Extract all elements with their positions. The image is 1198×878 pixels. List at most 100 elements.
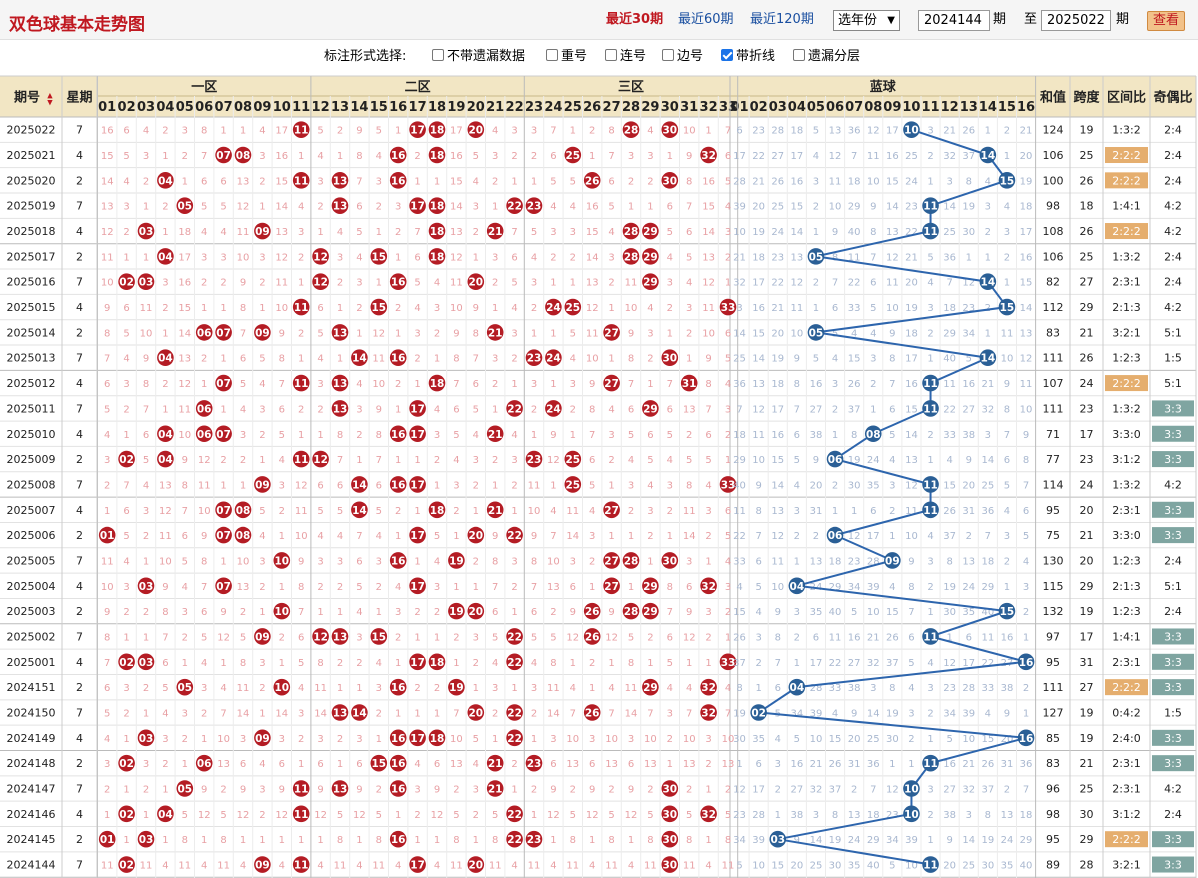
red-ball-number: 06	[197, 429, 212, 441]
issue-cell: 2025008	[7, 478, 56, 491]
red-ball-number: 29	[643, 403, 658, 415]
blue-miss-value: 15	[752, 328, 765, 339]
blue-miss-value: 19	[905, 303, 918, 314]
span-cell: 26	[1080, 174, 1094, 187]
red-ball-number: 02	[119, 657, 134, 669]
blue-ball-number: 10	[904, 125, 919, 137]
red-miss-value: 4	[550, 202, 556, 213]
red-miss-value: 2	[376, 202, 382, 213]
red-miss-value: 1	[298, 430, 304, 441]
red-miss-value: 3	[647, 151, 653, 162]
red-miss-value: 5	[550, 632, 556, 643]
odd-even-cell: 3:3	[1164, 630, 1182, 643]
blue-miss-value: 14	[962, 835, 975, 846]
red-miss-value: 12	[314, 810, 327, 821]
red-miss-value: 3	[570, 556, 576, 567]
red-miss-value: 2	[531, 151, 537, 162]
red-ball-number: 06	[197, 327, 212, 339]
sum-cell: 106	[1043, 149, 1064, 162]
red-miss-value: 10	[644, 734, 657, 745]
blue-miss-value: 2	[813, 278, 819, 289]
red-number-header: 11	[292, 100, 310, 115]
zone-ratio-cell: 1:3:2	[1112, 250, 1140, 263]
blue-number-header: 14	[979, 100, 997, 115]
red-miss-value: 3	[240, 430, 246, 441]
red-miss-value: 1	[628, 202, 634, 213]
red-miss-value: 2	[337, 126, 343, 137]
red-ball-number: 30	[662, 125, 677, 137]
red-miss-value: 2	[298, 404, 304, 415]
blue-miss-value: 9	[775, 607, 781, 618]
blue-miss-value: 2	[794, 531, 800, 542]
red-miss-value: 2	[143, 531, 149, 542]
blue-miss-value: 4	[1004, 506, 1010, 517]
red-miss-value: 6	[376, 480, 382, 491]
red-miss-value: 6	[414, 252, 420, 263]
issue-cell: 2025020	[7, 174, 56, 187]
blue-ball-number: 11	[923, 378, 938, 390]
blue-miss-value: 29	[1020, 835, 1033, 846]
span-cell: 23	[1080, 402, 1094, 415]
blue-miss-value: 6	[794, 430, 800, 441]
issue-cell: 2025014	[7, 326, 56, 339]
red-miss-value: 7	[453, 708, 459, 719]
red-number-header: 07	[215, 100, 233, 115]
red-miss-value: 3	[162, 734, 168, 745]
red-miss-value: 1	[434, 708, 440, 719]
red-miss-value: 1	[376, 734, 382, 745]
red-miss-value: 6	[667, 202, 673, 213]
blue-miss-value: 19	[886, 708, 899, 719]
red-miss-value: 6	[550, 759, 556, 770]
red-miss-value: 1	[279, 835, 285, 846]
red-miss-value: 1	[453, 658, 459, 669]
blue-miss-value: 35	[867, 480, 880, 491]
red-number-header: 17	[409, 100, 427, 115]
red-miss-value: 1	[473, 506, 479, 517]
red-miss-value: 8	[453, 835, 459, 846]
red-miss-value: 2	[123, 708, 129, 719]
red-ball-number: 05	[177, 682, 192, 694]
red-miss-value: 1	[414, 176, 420, 187]
blue-miss-value: 20	[848, 734, 861, 745]
red-miss-value: 13	[450, 227, 463, 238]
blue-ball-number: 15	[1000, 175, 1015, 187]
red-miss-value: 1	[182, 176, 188, 187]
blue-miss-value: 7	[870, 252, 876, 263]
red-ball-number: 30	[662, 175, 677, 187]
red-ball-number: 24	[546, 302, 561, 314]
trend-table: 一区 二区 三区 蓝球期号 星期 和值 跨度 区间比 奇偶比▲▼ 01 02 03 04 05 06 07 08…	[0, 75, 1197, 878]
blue-ball-number: 11	[923, 479, 938, 491]
red-miss-value: 2	[356, 303, 362, 314]
red-miss-value: 3	[473, 785, 479, 796]
red-miss-value: 11	[702, 303, 715, 314]
blue-miss-value: 25	[905, 151, 918, 162]
blue-miss-value: 4	[1023, 556, 1029, 567]
red-miss-value: 6	[337, 480, 343, 491]
blue-miss-value: 18	[733, 430, 746, 441]
red-miss-value: 2	[143, 607, 149, 618]
blue-ball-number: 11	[923, 631, 938, 643]
blue-miss-value: 18	[848, 176, 861, 187]
red-miss-value: 6	[356, 759, 362, 770]
red-ball-number: 06	[197, 403, 212, 415]
blue-miss-value: 12	[790, 278, 803, 289]
sum-cell: 111	[1043, 352, 1064, 365]
red-miss-value: 10	[683, 126, 696, 137]
blue-miss-value: 1	[832, 506, 838, 517]
red-miss-value: 1	[414, 835, 420, 846]
red-ball-number: 29	[643, 277, 658, 289]
red-ball-number: 17	[410, 860, 425, 872]
blue-miss-value: 30	[943, 607, 956, 618]
blue-ball-number: 06	[828, 454, 843, 466]
sum-cell: 95	[1046, 833, 1060, 846]
weekday-cell: 7	[76, 859, 83, 872]
red-ball-number: 14	[352, 353, 367, 365]
blue-miss-value: 2	[927, 430, 933, 441]
red-miss-value: 1	[473, 835, 479, 846]
blue-miss-value: 12	[867, 126, 880, 137]
blue-miss-value: 36	[981, 506, 994, 517]
red-miss-value: 1	[298, 759, 304, 770]
blue-miss-value: 37	[848, 404, 861, 415]
blue-miss-value: 3	[927, 785, 933, 796]
odd-even-cell: 3:3	[1164, 833, 1182, 846]
